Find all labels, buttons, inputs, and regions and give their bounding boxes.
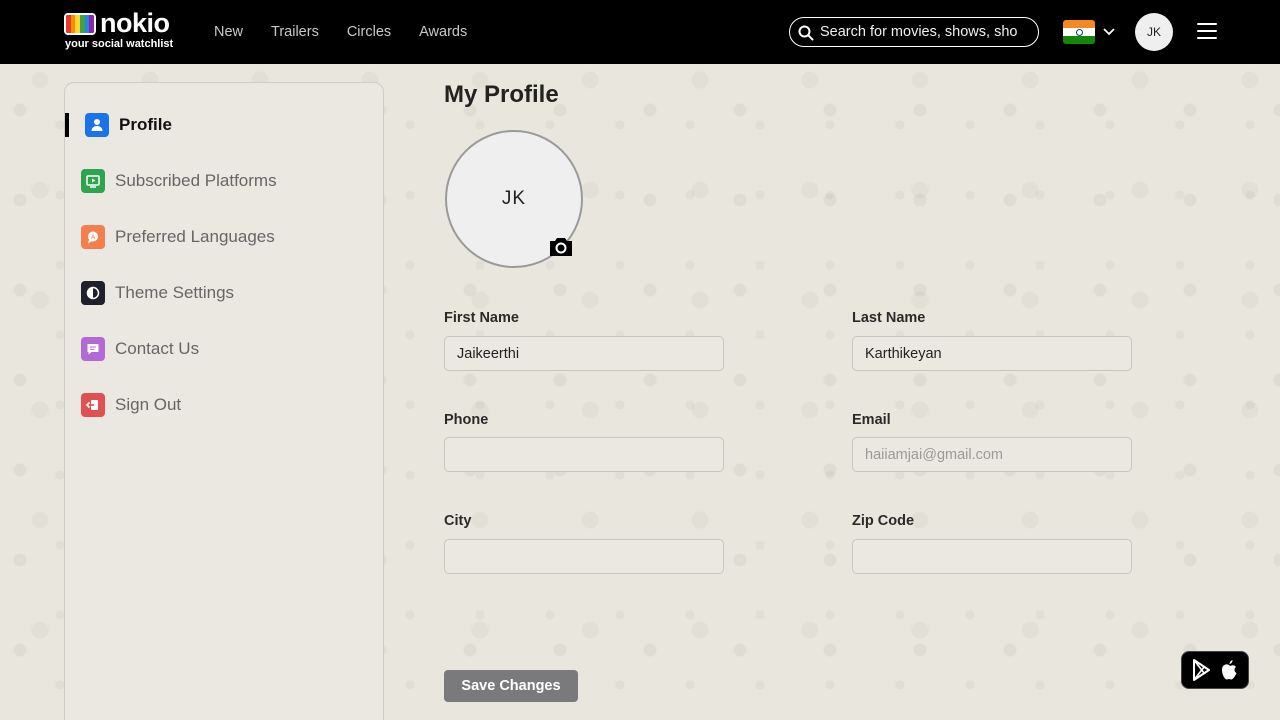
user-avatar[interactable]: JK [1135, 13, 1173, 51]
search-input[interactable] [820, 24, 1020, 40]
search-icon [798, 25, 814, 41]
sidebar-item-contact-us[interactable]: Contact Us [65, 329, 383, 369]
user-icon [85, 113, 109, 137]
sidebar-item-label: Sign Out [115, 395, 182, 414]
first-name-field[interactable] [444, 336, 724, 371]
tv-logo-icon [64, 13, 96, 35]
apple-icon[interactable] [1220, 659, 1238, 681]
zip-code-field[interactable] [852, 539, 1132, 574]
city-field[interactable] [444, 539, 724, 574]
tv-play-icon [81, 169, 105, 193]
nav-circles[interactable]: Circles [347, 24, 391, 40]
settings-sidebar: Profile Subscribed Platforms A Preferred… [64, 82, 384, 720]
phone-label: Phone [444, 412, 489, 428]
search-box [789, 17, 1039, 47]
email-field[interactable] [852, 437, 1132, 472]
save-changes-button[interactable]: Save Changes [444, 670, 578, 702]
camera-icon[interactable] [548, 234, 574, 258]
theme-icon [81, 281, 105, 305]
chat-icon [81, 337, 105, 361]
sidebar-item-label: Theme Settings [115, 283, 235, 302]
nav-trailers[interactable]: Trailers [271, 24, 319, 40]
last-name-field[interactable] [852, 336, 1132, 371]
sidebar-item-theme-settings[interactable]: Theme Settings [65, 273, 383, 313]
nav-new[interactable]: New [214, 24, 243, 40]
brand-tagline: your social watchlist [65, 38, 174, 50]
zip-code-label: Zip Code [852, 513, 915, 529]
hamburger-menu-icon[interactable] [1197, 23, 1217, 41]
city-label: City [444, 513, 472, 529]
sidebar-item-label: Contact Us [115, 339, 200, 358]
nav-awards[interactable]: Awards [419, 24, 467, 40]
top-navigation-bar: nokio your social watchlist New Trailers… [0, 0, 1280, 64]
google-play-icon[interactable] [1192, 659, 1212, 681]
sign-out-icon [81, 393, 105, 417]
india-flag-icon[interactable] [1063, 20, 1095, 44]
first-name-label: First Name [444, 310, 519, 326]
sidebar-item-label: Preferred Languages [115, 227, 275, 246]
email-label: Email [852, 412, 891, 428]
sidebar-item-label: Subscribed Platforms [115, 171, 277, 190]
sidebar-item-preferred-languages[interactable]: A Preferred Languages [65, 217, 383, 257]
chevron-down-icon[interactable] [1103, 27, 1115, 37]
brand-name: nokio [100, 8, 170, 38]
sidebar-item-sign-out[interactable]: Sign Out [65, 385, 383, 425]
phone-field[interactable] [444, 437, 724, 472]
sidebar-item-profile[interactable]: Profile [65, 105, 383, 145]
sidebar-item-label: Profile [119, 115, 172, 134]
language-icon: A [81, 225, 105, 249]
main-nav: New Trailers Circles Awards [214, 0, 467, 64]
page-title: My Profile [444, 81, 559, 108]
nokio-logo[interactable]: nokio your social watchlist [64, 8, 176, 52]
last-name-label: Last Name [852, 310, 926, 326]
app-download-badge[interactable] [1181, 651, 1249, 689]
sidebar-item-subscribed-platforms[interactable]: Subscribed Platforms [65, 161, 383, 201]
